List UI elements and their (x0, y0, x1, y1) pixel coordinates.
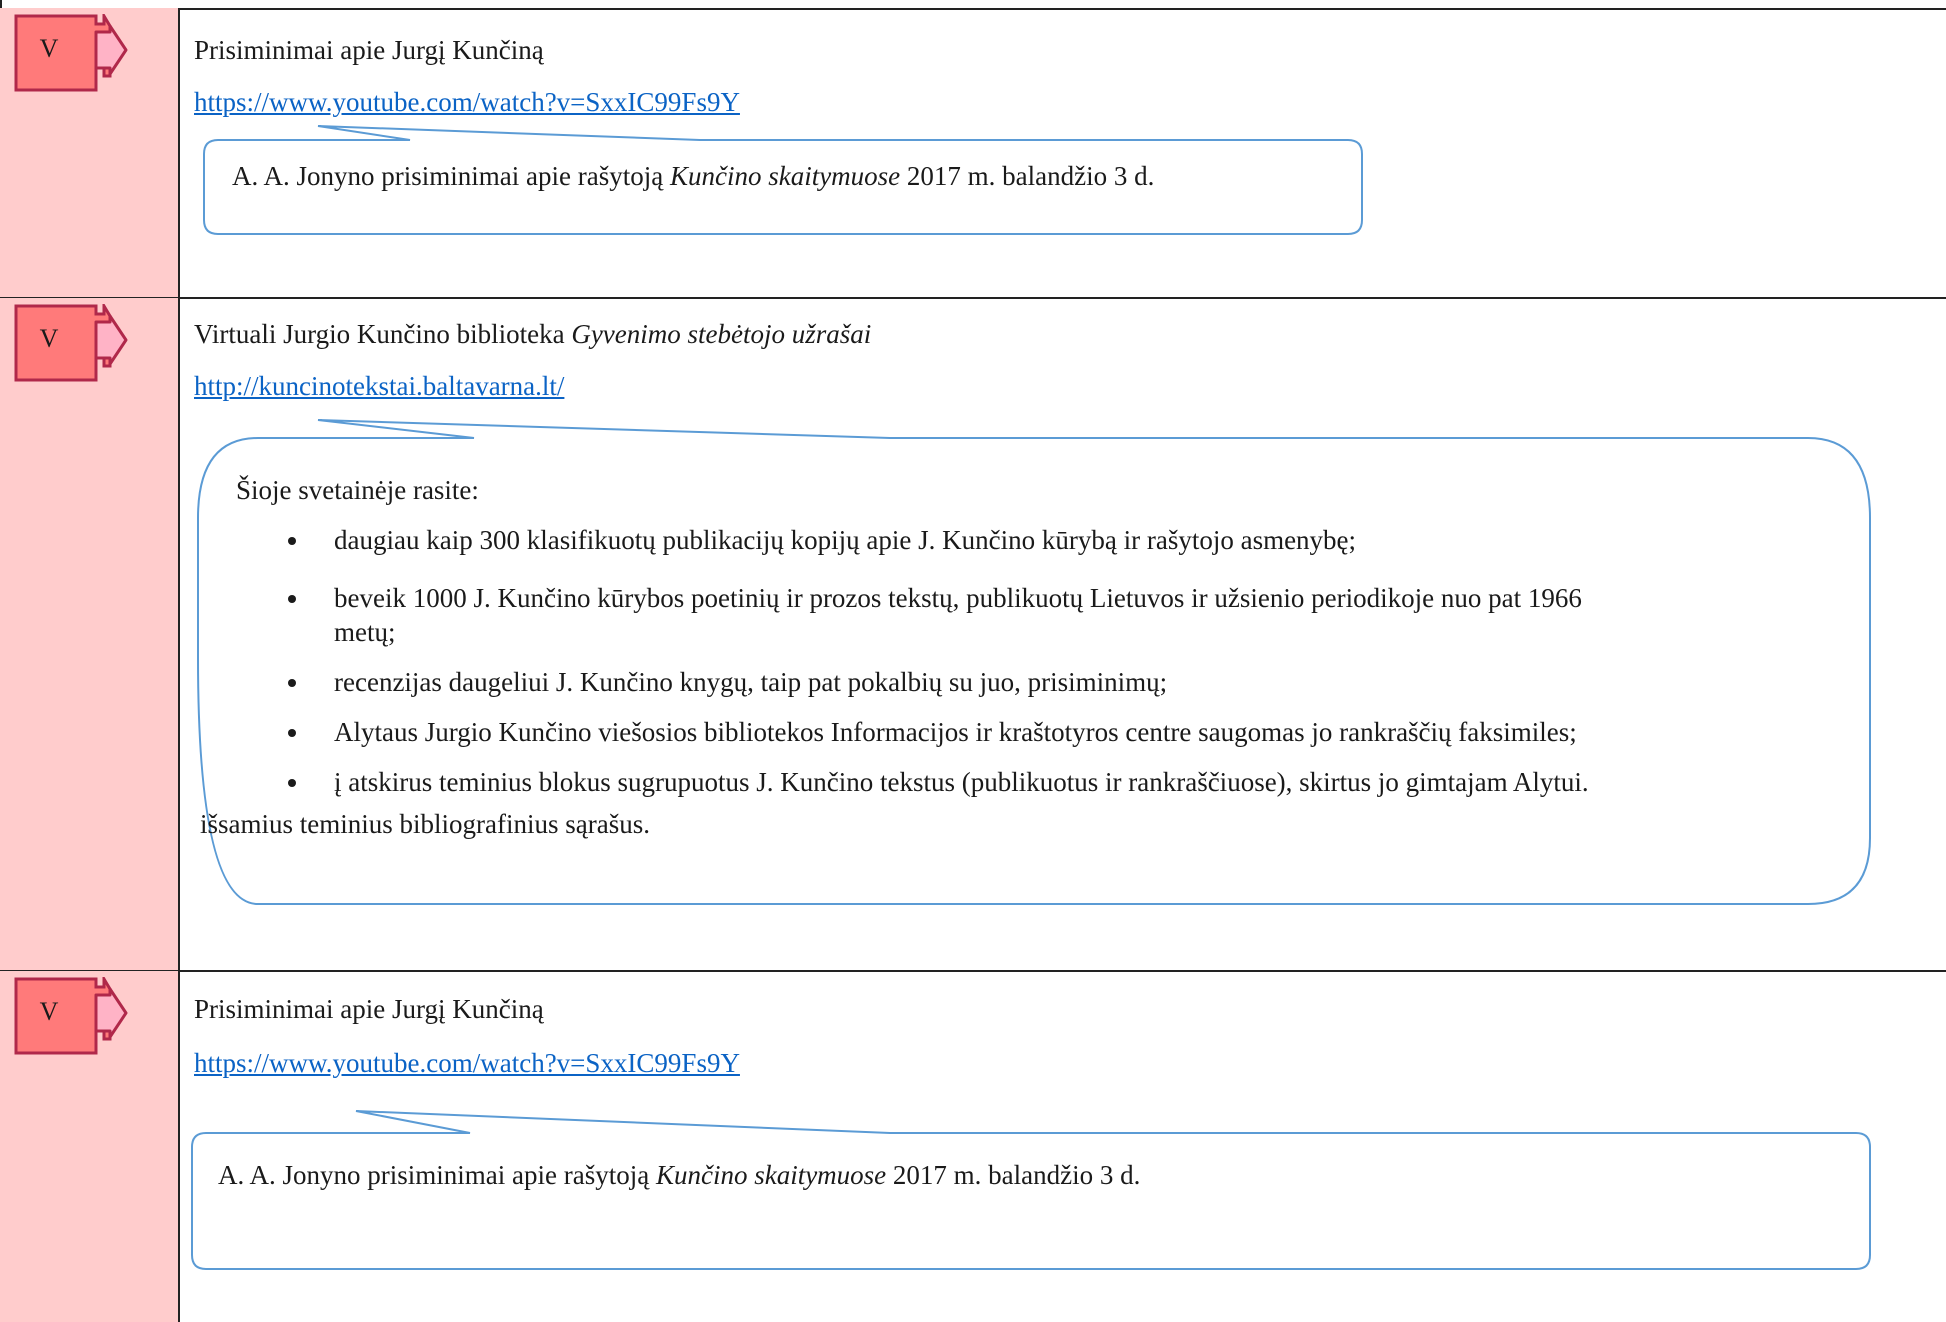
list-item-text: metų; (334, 617, 396, 647)
note-emphasis: Kunčino skaitymuose (669, 161, 901, 191)
entry-link[interactable]: https://www.youtube.com/watch?v=SxxIC99F… (194, 1047, 740, 1079)
callout-note: A. A. Jonyno prisiminimai apie rašytoją … (232, 160, 1154, 192)
entry-link[interactable]: http://kuncinotekstai.baltavarna.lt/ (194, 370, 564, 402)
note-date: 2017 m. balandžio 3 d. (886, 1160, 1141, 1190)
bullet-dot (288, 729, 296, 737)
entry-title: Prisiminimai apie Jurgį Kunčiną (194, 35, 544, 65)
entry-row-1: V Prisiminimai apie Jurgį Kunčiną https:… (0, 0, 1946, 298)
list-item-text: Alytaus Jurgio Kunčino viešosios bibliot… (334, 717, 1577, 747)
entry-link[interactable]: https://www.youtube.com/watch?v=SxxIC99F… (194, 86, 740, 118)
bullet-dot (288, 679, 296, 687)
note-emphasis: Kunčino skaitymuose (655, 1160, 887, 1190)
marker-label: V (39, 324, 59, 353)
note-date: 2017 m. balandžio 3 d. (900, 161, 1155, 191)
title-emphasis: Gyvenimo stebėtojo užrašai (571, 319, 872, 349)
callout-note: A. A. Jonyno prisiminimai apie rašytoją … (218, 1159, 1140, 1191)
entry-row-3: V Prisiminimai apie Jurgį Kunčiną https:… (0, 971, 1946, 1322)
list-item-text: į atskirus teminius blokus sugrupuotus J… (334, 767, 1589, 797)
list-item-text: beveik 1000 J. Kunčino kūrybos poetinių … (334, 583, 1582, 613)
bullet-dot (288, 595, 296, 603)
list-item-text: recenzijas daugeliui J. Kunčino knygų, t… (334, 667, 1168, 697)
entry-row-2: V Virtuali Jurgio Kunčino biblioteka Gyv… (0, 298, 1946, 971)
title-text: Virtuali Jurgio Kunčino biblioteka (194, 319, 572, 349)
callout-intro: Šioje svetainėje rasite: (236, 475, 479, 505)
entry-title: Virtuali Jurgio Kunčino biblioteka Gyven… (194, 318, 871, 350)
marker-label: V (39, 34, 59, 63)
marker-label: V (39, 997, 59, 1026)
bullet-dot (288, 779, 296, 787)
marker-cell (0, 298, 180, 971)
callout-tail: išsamius teminius bibliografinius sąrašu… (200, 809, 650, 839)
bullet-dot (288, 537, 296, 545)
list-item-text: daugiau kaip 300 klasifikuotų publikacij… (334, 525, 1357, 555)
note-text: A. A. Jonyno prisiminimai apie rašytoją (218, 1160, 656, 1190)
entry-title: Prisiminimai apie Jurgį Kunčiną (194, 994, 544, 1024)
note-text: A. A. Jonyno prisiminimai apie rašytoją (232, 161, 670, 191)
